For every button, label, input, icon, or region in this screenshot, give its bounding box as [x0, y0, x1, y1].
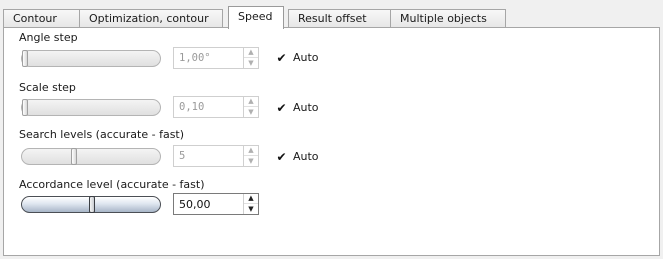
tab-contour[interactable]: Contour [3, 9, 80, 28]
decrement-arrow-icon[interactable]: ▼ [244, 107, 258, 117]
tab-label: Speed [238, 10, 273, 23]
tab-label: Multiple objects [400, 12, 487, 25]
increment-arrow-icon[interactable]: ▲ [244, 194, 258, 204]
angle-step-label: Angle step [19, 31, 78, 44]
search-levels-label: Search levels (accurate - fast) [19, 128, 185, 141]
search-levels-spinbox[interactable]: 5 ▲ ▼ [173, 145, 259, 167]
tab-result-offset[interactable]: Result offset [288, 9, 391, 28]
tab-label: Contour [13, 12, 57, 25]
scale-step-slider-thumb[interactable] [22, 99, 28, 116]
spinbox-arrows: ▲ ▼ [243, 97, 258, 117]
spinbox-arrows: ▲ ▼ [243, 194, 258, 214]
search-levels-auto-checkbox[interactable]: ✔ Auto [276, 149, 319, 164]
accordance-level-value: 50,00 [179, 198, 211, 211]
increment-arrow-icon[interactable]: ▲ [244, 97, 258, 107]
tab-label: Result offset [298, 12, 367, 25]
tab-optimization-contour[interactable]: Optimization, contour [79, 9, 223, 28]
auto-label: Auto [293, 51, 319, 64]
checkmark-icon: ✔ [276, 100, 287, 115]
tab-multiple-objects[interactable]: Multiple objects [390, 9, 506, 28]
tab-label: Optimization, contour [89, 12, 209, 25]
accordance-level-label: Accordance level (accurate - fast) [19, 178, 205, 191]
checkmark-icon: ✔ [276, 149, 287, 164]
accordance-level-spinbox[interactable]: 50,00 ▲ ▼ [173, 193, 259, 215]
scale-step-slider[interactable] [21, 99, 161, 116]
speed-settings-window: Contour Optimization, contour Speed Resu… [0, 0, 663, 259]
angle-step-slider[interactable] [21, 50, 161, 67]
checkmark-icon: ✔ [276, 50, 287, 65]
scale-step-value: 0,10 [179, 101, 205, 113]
scale-step-label: Scale step [19, 81, 76, 94]
decrement-arrow-icon[interactable]: ▼ [244, 156, 258, 166]
accordance-level-slider-thumb[interactable] [89, 196, 95, 213]
accordance-level-slider[interactable] [21, 196, 161, 213]
decrement-arrow-icon[interactable]: ▼ [244, 58, 258, 68]
tab-bar: Contour Optimization, contour Speed Resu… [3, 6, 660, 29]
tab-speed[interactable]: Speed [228, 6, 284, 29]
scale-step-auto-checkbox[interactable]: ✔ Auto [276, 100, 319, 115]
increment-arrow-icon[interactable]: ▲ [244, 146, 258, 156]
auto-label: Auto [293, 150, 319, 163]
auto-label: Auto [293, 101, 319, 114]
angle-step-slider-thumb[interactable] [22, 50, 28, 67]
search-levels-value: 5 [179, 150, 186, 162]
search-levels-slider-thumb[interactable] [71, 148, 77, 165]
increment-arrow-icon[interactable]: ▲ [244, 48, 258, 58]
search-levels-slider[interactable] [21, 148, 161, 165]
decrement-arrow-icon[interactable]: ▼ [244, 204, 258, 214]
spinbox-arrows: ▲ ▼ [243, 146, 258, 166]
angle-step-value: 1,00° [179, 52, 211, 64]
angle-step-spinbox[interactable]: 1,00° ▲ ▼ [173, 47, 259, 69]
scale-step-spinbox[interactable]: 0,10 ▲ ▼ [173, 96, 259, 118]
angle-step-auto-checkbox[interactable]: ✔ Auto [276, 50, 319, 65]
speed-tab-panel: Angle step 1,00° ▲ ▼ ✔ Auto Scale step 0… [3, 27, 660, 256]
spinbox-arrows: ▲ ▼ [243, 48, 258, 68]
